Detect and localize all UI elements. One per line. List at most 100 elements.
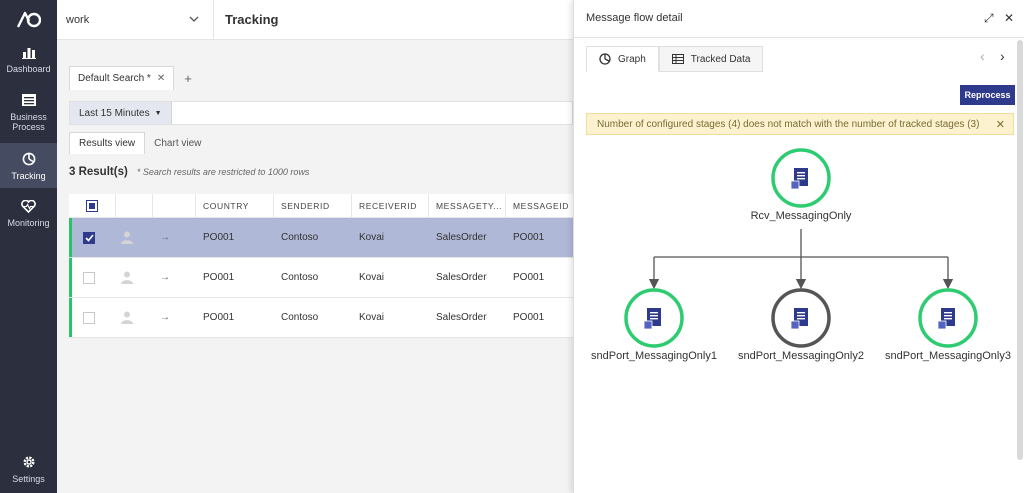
caret-down-icon: ▼ <box>154 109 162 117</box>
status-bar <box>69 218 72 257</box>
nav-item-tracking[interactable]: Tracking <box>0 143 57 188</box>
warning-banner: Number of configured stages (4) does not… <box>586 113 1014 135</box>
cell-messageid: PO001 <box>513 312 545 323</box>
list-icon <box>21 92 37 108</box>
left-nav: Dashboard Business Process Tracking Moni… <box>0 0 57 493</box>
nav-item-settings[interactable]: Settings <box>0 454 57 488</box>
nav-label-dashboard: Dashboard <box>6 64 51 74</box>
row-checkbox[interactable] <box>83 271 95 284</box>
tab-default-search[interactable]: Default Search * ✕ <box>69 66 175 90</box>
table-row[interactable]: → PO001 Contoso Kovai SalesOrder PO001 <box>69 218 573 258</box>
message-flow-panel: Message flow detail ⤢ ✕ Graph Tracked Da… <box>573 0 1024 493</box>
expand-icon[interactable]: ⤢ <box>984 11 994 26</box>
node-label: sndPort_MessagingOnly2 <box>738 350 864 362</box>
cell-messagetype: SalesOrder <box>436 232 487 243</box>
tab-graph-label: Graph <box>618 53 646 65</box>
column-header-senderid[interactable]: SENDERID <box>273 194 351 217</box>
select-all-cell <box>69 194 115 217</box>
cell-receiverid: Kovai <box>359 272 385 283</box>
nav-label-tracking: Tracking <box>11 171 46 181</box>
flow-graph: Rcv_MessagingOnly sndPort_MessagingOnly1… <box>574 140 1014 380</box>
nav-label-monitoring: Monitoring <box>7 218 50 228</box>
row-checkbox-cell <box>83 258 95 297</box>
table-icon <box>671 54 684 64</box>
close-icon[interactable]: ✕ <box>1004 11 1014 25</box>
header-user-col <box>115 194 152 217</box>
cell-senderid: Contoso <box>281 272 319 283</box>
cell-country: PO001 <box>203 312 235 323</box>
column-header-messageid[interactable]: MESSAGEID <box>505 194 573 217</box>
row-checkbox[interactable] <box>83 311 95 324</box>
select-all-checkbox[interactable] <box>86 199 98 212</box>
panel-header: Message flow detail ⤢ ✕ <box>574 0 1024 38</box>
view-tabs: Results view Chart view <box>69 132 210 154</box>
cell-senderid: Contoso <box>281 232 319 243</box>
cell-messageid: PO001 <box>513 232 545 243</box>
table-row[interactable]: → PO001 Contoso Kovai SalesOrder PO001 <box>69 298 573 338</box>
arrow-right-icon[interactable]: → <box>160 298 170 337</box>
tab-tracked-data[interactable]: Tracked Data <box>658 46 764 72</box>
results-table: COUNTRY SENDERID RECEIVERID MESSAGETY...… <box>69 194 573 338</box>
results-summary: 3 Result(s) * Search results are restric… <box>69 166 309 178</box>
cell-messagetype: SalesOrder <box>436 272 487 283</box>
tab-chart-view[interactable]: Chart view <box>145 132 210 154</box>
chevron-right-icon[interactable]: › <box>1000 48 1005 64</box>
arrow-right-icon[interactable]: → <box>160 218 170 257</box>
tab-tracked-data-label: Tracked Data <box>690 53 751 65</box>
nav-item-dashboard[interactable]: Dashboard <box>0 44 57 82</box>
user-icon <box>121 258 133 297</box>
main-content: Default Search * ✕ + Last 15 Minutes ▼ R… <box>57 40 573 493</box>
header-arrow-col <box>152 194 195 217</box>
results-note: * Search results are restricted to 1000 … <box>136 167 310 177</box>
cell-receiverid: Kovai <box>359 232 385 243</box>
nav-label-settings: Settings <box>12 474 45 484</box>
panel-title: Message flow detail <box>586 12 683 24</box>
tab-default-search-label: Default Search * <box>78 73 151 84</box>
time-range-dropdown[interactable]: Last 15 Minutes ▼ <box>70 102 172 124</box>
table-header-row: COUNTRY SENDERID RECEIVERID MESSAGETY...… <box>69 194 573 218</box>
tab-graph[interactable]: Graph <box>586 46 659 72</box>
add-tab-icon[interactable]: + <box>184 71 192 86</box>
page-title: Tracking <box>225 12 279 27</box>
column-header-receiverid[interactable]: RECEIVERID <box>351 194 428 217</box>
flow-node-sndport-messagingonly3[interactable] <box>918 288 978 348</box>
nav-item-monitoring[interactable]: Monitoring <box>0 198 57 232</box>
flow-node-sndport-messagingonly2[interactable] <box>771 288 831 348</box>
column-header-country[interactable]: COUNTRY <box>195 194 273 217</box>
cell-country: PO001 <box>203 272 235 283</box>
cell-receiverid: Kovai <box>359 312 385 323</box>
close-icon[interactable]: ✕ <box>996 118 1005 131</box>
reprocess-button[interactable]: Reprocess <box>960 85 1015 105</box>
bar-chart-icon <box>21 44 37 60</box>
nav-label-business-process: Business Process <box>10 112 47 132</box>
arrow-right-icon[interactable]: → <box>160 258 170 297</box>
workspace-value: work <box>66 14 90 26</box>
nav-item-business-process[interactable]: Business Process <box>0 92 57 138</box>
flow-node-sndport-messagingonly1[interactable] <box>624 288 684 348</box>
workspace-select[interactable]: work <box>57 0 214 40</box>
app-logo[interactable] <box>0 0 57 40</box>
tab-results-view[interactable]: Results view <box>69 132 146 154</box>
pie-icon <box>599 53 611 65</box>
logo-icon <box>16 11 41 28</box>
cell-country: PO001 <box>203 232 235 243</box>
node-label: sndPort_MessagingOnly1 <box>591 350 717 362</box>
time-range-value: Last 15 Minutes <box>79 107 150 119</box>
warning-text: Number of configured stages (4) does not… <box>597 118 980 130</box>
cell-messagetype: SalesOrder <box>436 312 487 323</box>
status-bar <box>69 258 72 297</box>
table-row[interactable]: → PO001 Contoso Kovai SalesOrder PO001 <box>69 258 573 298</box>
filter-bar: Last 15 Minutes ▼ <box>69 101 573 125</box>
close-icon[interactable]: ✕ <box>157 73 165 84</box>
flow-connectors <box>648 229 954 290</box>
flow-node-rcv-messagingonly[interactable] <box>771 148 831 208</box>
panel-tabs: Graph Tracked Data <box>586 46 764 72</box>
node-label: sndPort_MessagingOnly3 <box>885 350 1011 362</box>
panel-scrollbar[interactable] <box>1017 40 1023 460</box>
user-icon <box>121 298 133 337</box>
row-checkbox[interactable] <box>83 231 95 244</box>
pie-icon <box>21 151 37 167</box>
cell-messageid: PO001 <box>513 272 545 283</box>
chevron-left-icon[interactable]: ‹ <box>980 48 985 64</box>
column-header-messagetype[interactable]: MESSAGETY... <box>428 194 505 217</box>
